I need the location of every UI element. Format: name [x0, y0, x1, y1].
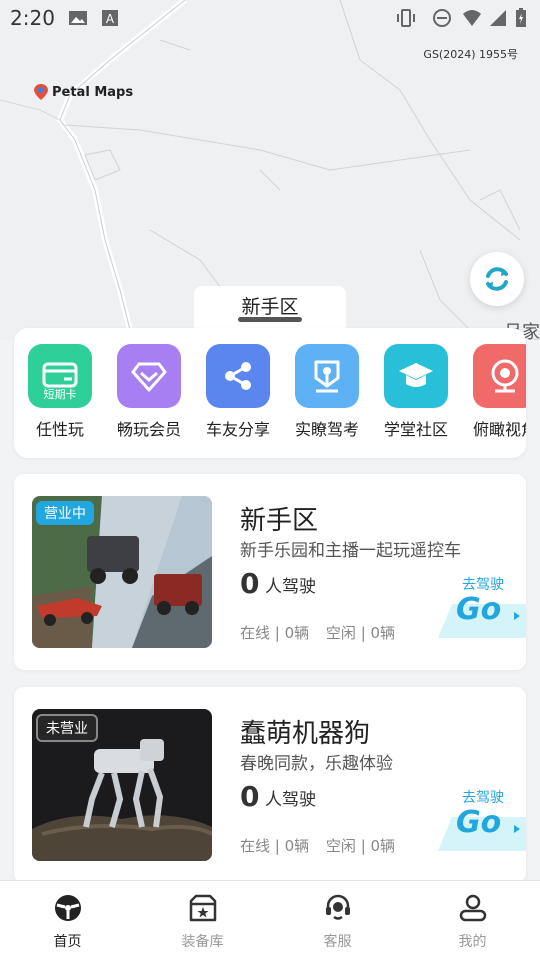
online-count: 在线 | 0辆 [240, 624, 310, 642]
zone-subtitle: 春晚同款，乐趣体验 [240, 754, 393, 774]
graduation-cap-icon [384, 344, 448, 408]
nav-label: 首页 [53, 934, 82, 950]
refresh-button[interactable] [470, 252, 524, 306]
camera-icon [473, 344, 526, 408]
feature-badge: 短期卡 [43, 388, 77, 401]
feature-label: 车友分享 [205, 420, 270, 439]
driver-count: 0 [240, 567, 260, 600]
feature-label: 任性玩 [35, 420, 84, 439]
nav-label: 我的 [458, 934, 487, 950]
headset-icon [321, 891, 355, 925]
status-time: 2:20 [10, 6, 55, 30]
nav-profile[interactable]: 我的 [405, 881, 540, 961]
refresh-icon [486, 267, 508, 291]
zone-subtitle: 新手乐园和主播一起玩遥控车 [240, 541, 461, 561]
nav-garage[interactable]: 装备库 [135, 881, 270, 961]
zone-card-newbie[interactable]: 营业中 新手区 新手乐园和主播一起玩遥控车 0 人驾驶 在线 | 0辆 空闲 |… [14, 474, 526, 670]
zone-card-robot-dog[interactable]: 未营业 蠢萌机器狗 春晚同款，乐趣体验 0 人驾驶 在线 | 0辆 空闲 | 0… [14, 687, 526, 883]
nav-home[interactable]: 首页 [0, 881, 135, 961]
garage-icon [186, 891, 220, 925]
bottom-navigation: 首页 装备库 客服 我的 [0, 880, 540, 961]
vehicle-stats: 在线 | 0辆 空闲 | 0辆 [240, 835, 407, 856]
feature-item-share[interactable]: 车友分享 [198, 344, 278, 440]
battery-icon [516, 8, 526, 27]
signal-icon [490, 10, 506, 26]
vehicle-stats: 在线 | 0辆 空闲 | 0辆 [240, 622, 407, 643]
nav-label: 装备库 [181, 934, 224, 950]
driver-count-label: 人驾驶 [265, 790, 316, 810]
petal-maps-pin-icon [34, 84, 48, 100]
steering-wheel-icon [51, 891, 85, 925]
driver-count-label: 人驾驶 [265, 577, 316, 597]
go-drive-text: Go [456, 592, 502, 627]
status-bar: 2:20 A [0, 0, 540, 36]
go-drive-button[interactable]: 去驾驶 Go [434, 574, 526, 640]
feature-item-member[interactable]: 畅玩会员 [109, 344, 189, 440]
idle-count: 空闲 | 0辆 [325, 837, 396, 855]
zone-title: 新手区 [240, 506, 319, 536]
idle-count: 空闲 | 0辆 [325, 624, 396, 642]
image-icon [69, 11, 87, 25]
map-provider: Petal Maps [34, 84, 133, 100]
go-drive-label: 去驾驶 [462, 577, 504, 593]
feature-item-renxingwan[interactable]: 短期卡 任性玩 [20, 344, 100, 440]
map-provider-label: Petal Maps [52, 84, 134, 100]
wifi-icon [463, 10, 481, 26]
zone-title: 蠢萌机器狗 [240, 719, 371, 749]
feature-label: 学堂社区 [383, 420, 448, 439]
nav-support[interactable]: 客服 [270, 881, 405, 961]
feature-item-overview[interactable]: 俯瞰视角 [465, 344, 526, 440]
user-icon [456, 891, 490, 925]
go-drive-button[interactable]: 去驾驶 Go [434, 787, 526, 853]
status-badge: 营业中 [36, 501, 94, 525]
online-count: 在线 | 0辆 [240, 837, 310, 855]
zone-tab-handle[interactable] [238, 317, 302, 322]
map-credit: GS(2024) 1955号 [423, 48, 518, 61]
feature-label: 俯瞰视角 [472, 420, 526, 439]
feature-shortcuts: 短期卡 任性玩 畅玩会员 车友分享 实瞭驾考 学堂社区 俯瞰视角 [14, 328, 526, 458]
share-icon [206, 344, 270, 408]
go-drive-label: 去驾驶 [462, 790, 504, 806]
dnd-icon [433, 9, 451, 27]
feature-label: 畅玩会员 [116, 420, 181, 439]
status-badge: 未营业 [36, 714, 98, 742]
driver-count: 0 [240, 780, 260, 813]
feature-label: 实瞭驾考 [294, 420, 359, 439]
go-drive-text: Go [456, 805, 502, 840]
exam-icon [295, 344, 359, 408]
feature-item-exam[interactable]: 实瞭驾考 [287, 344, 367, 440]
card-icon: 短期卡 [28, 344, 92, 408]
vibrate-icon [397, 9, 415, 27]
nav-label: 客服 [323, 934, 352, 950]
feature-item-academy[interactable]: 学堂社区 [376, 344, 456, 440]
diamond-icon [117, 344, 181, 408]
svg-text:A: A [106, 12, 115, 26]
zone-tab[interactable]: 新手区 [194, 286, 346, 330]
font-icon: A [102, 10, 118, 26]
